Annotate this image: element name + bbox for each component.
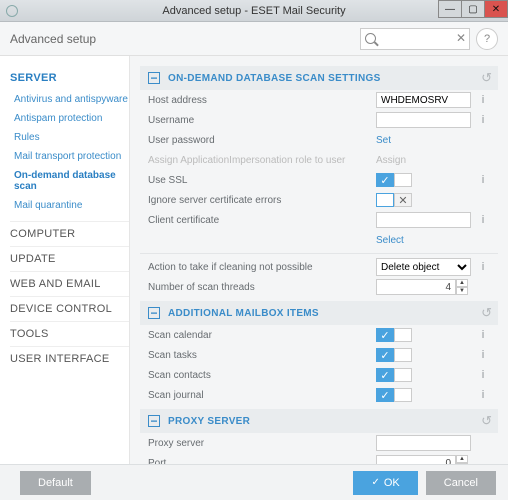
search-box: ✕ [360, 28, 470, 50]
sidebar-cat-user-interface[interactable]: USER INTERFACE [10, 346, 129, 371]
proxy-port-value[interactable]: 0 [376, 455, 456, 464]
proxy-port-label: Port [148, 458, 376, 465]
assign-link: Assign [376, 155, 406, 166]
revert-icon[interactable]: ↺ [481, 413, 492, 429]
main-panel: − ON-DEMAND DATABASE SCAN SETTINGS ↺ Hos… [130, 56, 508, 464]
proxy-port-stepper[interactable]: 0▲▼ [376, 455, 468, 464]
section-mailbox-items: − ADDITIONAL MAILBOX ITEMS ↺ [140, 301, 498, 325]
step-up-icon[interactable]: ▲ [456, 455, 468, 463]
app-logo [6, 5, 18, 17]
username-input[interactable] [376, 112, 471, 128]
info-icon[interactable]: i [476, 261, 490, 273]
section-ondemand-scan: − ON-DEMAND DATABASE SCAN SETTINGS ↺ [140, 66, 498, 90]
sidebar-cat-web-email[interactable]: WEB AND EMAIL [10, 271, 129, 296]
scan-journal-toggle[interactable]: ✓ [376, 388, 412, 402]
breadcrumb: Advanced setup [10, 32, 96, 46]
sidebar-cat-computer[interactable]: COMPUTER [10, 221, 129, 246]
info-icon[interactable]: i [476, 174, 490, 186]
sidebar-cat-update[interactable]: UPDATE [10, 246, 129, 271]
info-icon[interactable]: i [476, 329, 490, 341]
clear-search-icon[interactable]: ✕ [456, 31, 466, 45]
sidebar-cat-server[interactable]: SERVER [10, 66, 129, 90]
section-title: PROXY SERVER [168, 416, 250, 427]
proxy-server-input[interactable] [376, 435, 471, 451]
info-icon[interactable]: i [476, 114, 490, 126]
info-icon[interactable]: i [476, 369, 490, 381]
scan-journal-label: Scan journal [148, 390, 376, 401]
section-title: ON-DEMAND DATABASE SCAN SETTINGS [168, 73, 381, 84]
sidebar: SERVER Antivirus and antispyware Antispa… [0, 56, 130, 464]
ok-button[interactable]: ✓OK [353, 471, 417, 495]
scan-tasks-label: Scan tasks [148, 350, 376, 361]
step-down-icon[interactable]: ▼ [456, 287, 468, 295]
header-bar: Advanced setup ✕ ? [0, 22, 508, 56]
scan-calendar-label: Scan calendar [148, 330, 376, 341]
sidebar-item-ondemand-scan[interactable]: On-demand database scan [10, 166, 129, 196]
section-proxy-server: − PROXY SERVER ↺ [140, 409, 498, 433]
cancel-button[interactable]: Cancel [426, 471, 496, 495]
scan-contacts-toggle[interactable]: ✓ [376, 368, 412, 382]
username-label: Username [148, 115, 376, 126]
info-icon[interactable]: i [476, 94, 490, 106]
cleaning-action-label: Action to take if cleaning not possible [148, 262, 376, 273]
window-title: Advanced setup - ESET Mail Security [162, 5, 345, 17]
use-ssl-label: Use SSL [148, 175, 376, 186]
proxy-server-label: Proxy server [148, 438, 376, 449]
scan-threads-stepper[interactable]: 4 ▲▼ [376, 279, 468, 295]
revert-icon[interactable]: ↺ [481, 70, 492, 86]
default-button[interactable]: Default [20, 471, 91, 495]
impersonation-label: Assign ApplicationImpersonation role to … [148, 155, 376, 166]
info-icon[interactable]: i [476, 349, 490, 361]
client-cert-input[interactable] [376, 212, 471, 228]
client-cert-label: Client certificate [148, 215, 376, 226]
scan-calendar-toggle[interactable]: ✓ [376, 328, 412, 342]
sidebar-item-mail-transport[interactable]: Mail transport protection [10, 147, 129, 166]
cleaning-action-select[interactable]: Delete object [376, 258, 471, 276]
scan-tasks-toggle[interactable]: ✓ [376, 348, 412, 362]
footer-bar: Default ✓OK Cancel [0, 464, 508, 500]
host-address-label: Host address [148, 95, 376, 106]
section-title: ADDITIONAL MAILBOX ITEMS [168, 308, 319, 319]
search-icon [365, 33, 376, 44]
user-password-label: User password [148, 135, 376, 146]
ignore-cert-toggle[interactable]: ✕ [376, 193, 412, 207]
scan-threads-value[interactable]: 4 [376, 279, 456, 295]
info-icon[interactable]: i [476, 389, 490, 401]
close-button[interactable]: ✕ [484, 0, 508, 18]
sidebar-item-mail-quarantine[interactable]: Mail quarantine [10, 196, 129, 215]
title-bar: Advanced setup - ESET Mail Security — ▢ … [0, 0, 508, 22]
scan-contacts-label: Scan contacts [148, 370, 376, 381]
minimize-button[interactable]: — [438, 0, 462, 18]
step-up-icon[interactable]: ▲ [456, 279, 468, 287]
collapse-icon[interactable]: − [148, 307, 160, 319]
select-cert-link[interactable]: Select [376, 235, 404, 246]
maximize-button[interactable]: ▢ [461, 0, 485, 18]
step-down-icon[interactable]: ▼ [456, 463, 468, 464]
check-icon: ✓ [371, 477, 379, 488]
sidebar-cat-tools[interactable]: TOOLS [10, 321, 129, 346]
search-input[interactable] [360, 28, 470, 50]
set-password-link[interactable]: Set [376, 135, 391, 146]
ignore-cert-label: Ignore server certificate errors [148, 195, 376, 206]
sidebar-item-rules[interactable]: Rules [10, 128, 129, 147]
use-ssl-toggle[interactable]: ✓ [376, 173, 412, 187]
sidebar-item-antispam[interactable]: Antispam protection [10, 109, 129, 128]
collapse-icon[interactable]: − [148, 72, 160, 84]
collapse-icon[interactable]: − [148, 415, 160, 427]
sidebar-cat-device-control[interactable]: DEVICE CONTROL [10, 296, 129, 321]
scan-threads-label: Number of scan threads [148, 282, 376, 293]
help-button[interactable]: ? [476, 28, 498, 50]
sidebar-item-antivirus[interactable]: Antivirus and antispyware [10, 90, 129, 109]
info-icon[interactable]: i [476, 214, 490, 226]
host-address-input[interactable] [376, 92, 471, 108]
revert-icon[interactable]: ↺ [481, 305, 492, 321]
